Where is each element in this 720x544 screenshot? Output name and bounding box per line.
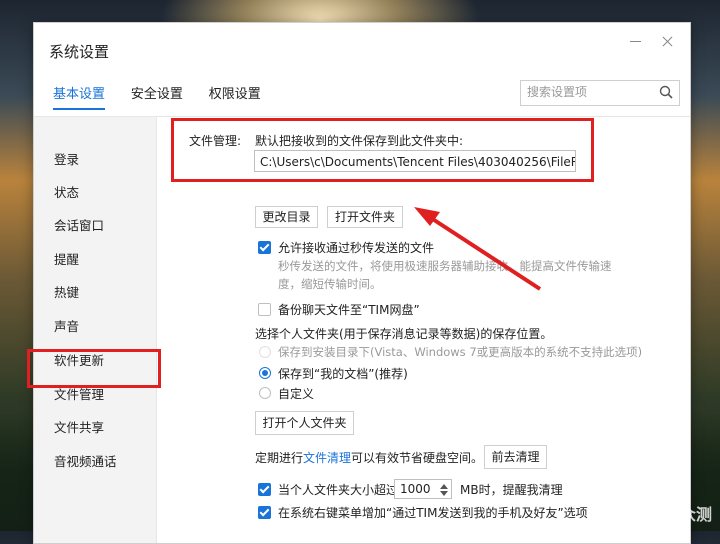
watermark: 新 浪 | 众测 [625,505,712,524]
annotation-arrow [414,207,542,291]
